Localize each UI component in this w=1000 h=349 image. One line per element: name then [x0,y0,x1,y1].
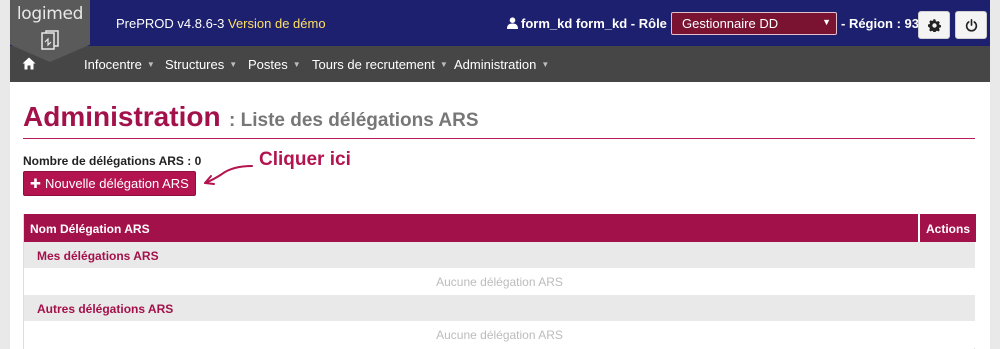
user-info: form_kd form_kd - Rôle : [507,16,675,31]
menu-item-tours-de-recrutement[interactable]: Tours de recrutement ▼ [312,57,448,72]
gear-icon [927,18,941,32]
empty-row: Aucune délégation ARS [24,321,975,348]
menu-item-label: Administration [454,57,537,72]
annotation-text: Cliquer ici [259,149,351,170]
title-divider [23,138,975,139]
role-select-value: Gestionnaire DD [682,16,779,31]
region-label: - Région : 93 [841,16,920,31]
column-header-name[interactable]: Nom Délégation ARS [24,214,918,242]
top-navbar: PrePROD v4.8.6-3 Version de démo form_kd… [10,0,990,46]
main-menu: Infocentre ▼ Structures ▼ Postes ▼ Tours de… [10,46,990,82]
menu-item-label: Structures [165,57,225,72]
plus-icon: ✚ [30,175,42,191]
delegations-table: Nom Délégation ARS Actions Mes délégatio… [23,214,976,349]
settings-button[interactable] [918,11,950,39]
menu-item-infocentre[interactable]: Infocentre ▼ [84,57,155,72]
page-title-main: Administration [23,101,221,132]
menu-item-label: Tours de recrutement [312,57,435,72]
logout-button[interactable] [955,11,987,39]
caret-down-icon: ▼ [292,60,301,69]
home-icon[interactable] [22,57,36,70]
annotation-arrow-icon [204,165,253,185]
caret-down-icon: ▼ [541,60,550,69]
menu-item-label: Postes [248,57,288,72]
page-title: Administration : Liste des délégations A… [23,101,479,133]
demo-label: Version de démo [228,16,326,31]
new-delegation-button[interactable]: ✚ Nouvelle délégation ARS [23,171,196,196]
caret-down-icon: ▼ [229,60,238,69]
logo-icon [41,30,59,50]
menu-item-label: Infocentre [84,57,142,72]
chevron-down-icon: ▼ [822,17,831,27]
page-subtitle: : Liste des délégations ARS [229,110,479,131]
group-row-autres-delegations: Autres délégations ARS [24,295,975,321]
user-icon [507,17,518,29]
menu-item-structures[interactable]: Structures ▼ [165,57,237,72]
new-delegation-button-label: Nouvelle délégation ARS [45,176,189,191]
menu-item-administration[interactable]: Administration ▼ [454,57,549,72]
user-label: form_kd form_kd - Rôle : [521,16,675,31]
app-version: PrePROD v4.8.6-3 Version de démo [116,16,326,31]
caret-down-icon: ▼ [146,60,155,69]
empty-row: Aucune délégation ARS [24,268,975,295]
group-row-mes-delegations: Mes délégations ARS [24,242,975,268]
menu-item-postes[interactable]: Postes ▼ [248,57,301,72]
caret-down-icon: ▼ [439,60,448,69]
power-icon [965,18,977,32]
delegation-count: Nombre de délégations ARS : 0 [23,154,202,168]
app-version-text: PrePROD v4.8.6-3 [116,16,225,31]
column-header-actions: Actions [919,214,976,242]
logo-text: logimed [16,4,84,24]
role-select[interactable]: Gestionnaire DD ▼ [671,12,837,35]
